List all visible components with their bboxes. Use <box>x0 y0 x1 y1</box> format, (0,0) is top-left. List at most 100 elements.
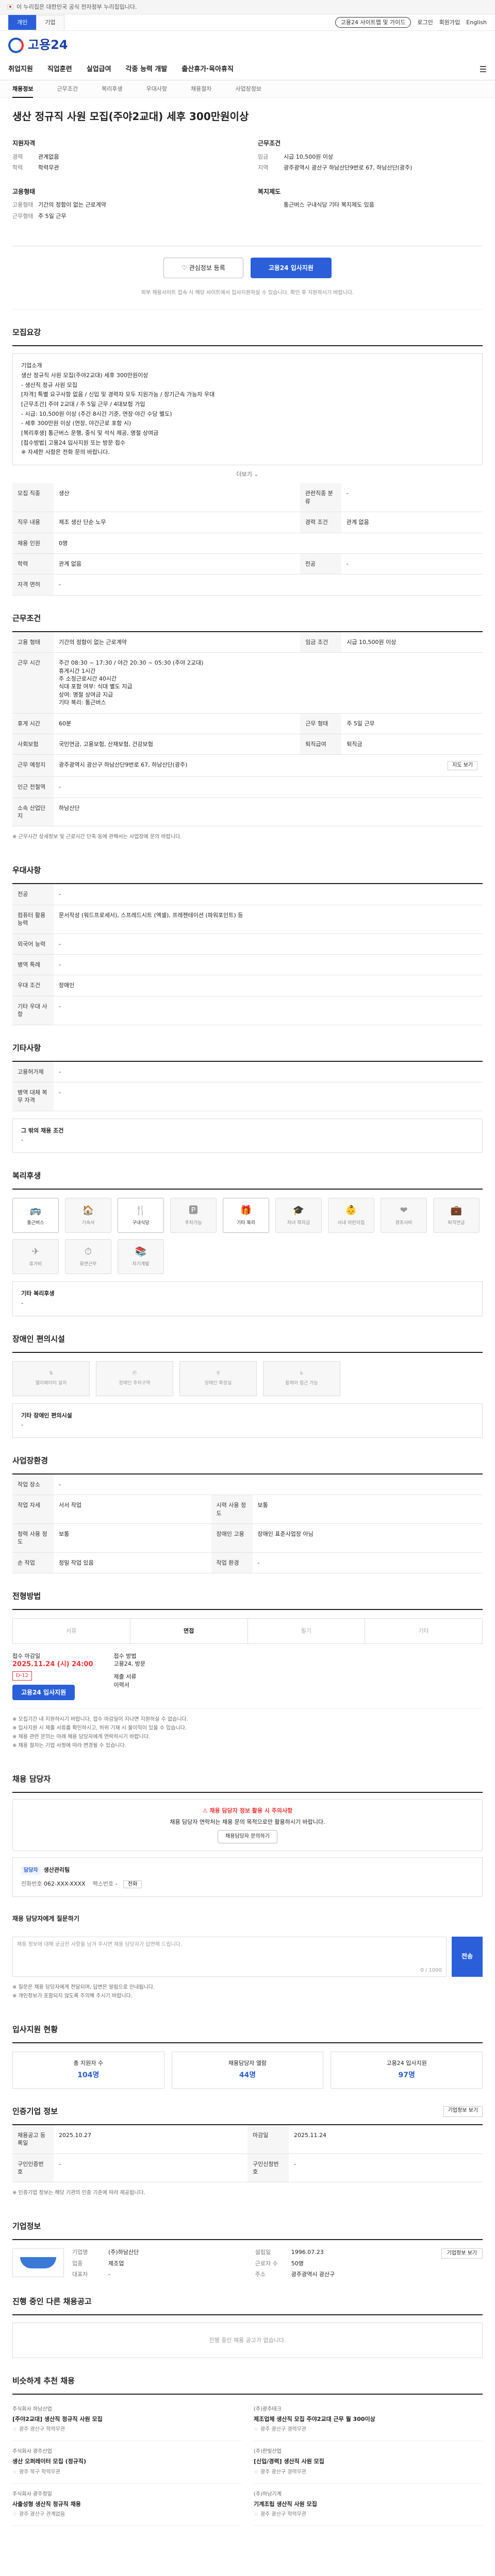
row-value: 장애인 표준사업장 아님 <box>252 1523 483 1553</box>
summary-heading: 고용형태 <box>12 188 36 195</box>
login-link[interactable]: 로그인 <box>417 19 433 26</box>
rec-meta: 광주 광산구 학력무관 <box>19 2427 65 2433</box>
company-info: 기업명 (주)하남산단 설립일 1996.07.23 업종 제조업 근로자 수 50명 … <box>12 2248 483 2278</box>
benefit-label: 퇴직연금 <box>448 1221 465 1226</box>
list-item[interactable]: 주식회사 광주정밀 사출성형 생산직 정규직 채용 ☆ 광주 광산구 관계없음 <box>12 2484 241 2527</box>
co-value: 제조업 <box>108 2260 124 2267</box>
tab-company[interactable]: 기업 <box>36 15 64 30</box>
tab-individual[interactable]: 개인 <box>8 15 37 30</box>
table-row: 인근 전철역 - <box>12 776 483 798</box>
etc-conditions-title: 그 밖의 채용 조건 <box>21 1127 64 1134</box>
accessibility-label: 휠체어 접근 가능 <box>285 1380 318 1386</box>
benefit-card: 📚 자기계발 <box>118 1239 164 1275</box>
gnb-item[interactable]: 출산휴가·육아휴직 <box>182 65 234 74</box>
list-item[interactable]: 주식회사 광주산업 생산 오퍼레이터 모집 (정규직) ☆ 광주 북구 학력무관 <box>12 2441 241 2484</box>
star-icon[interactable]: ☆ <box>12 2427 17 2432</box>
deadline-block: 접수 마감일 2025.11.24 (시) 24:00 D-12 고용24 입사… <box>12 1644 483 1709</box>
row-key: 경력 조건 <box>300 512 341 533</box>
table-row: 우대 조건 장애인 <box>12 975 483 996</box>
logo-mark-icon[interactable] <box>8 38 24 53</box>
apply-button[interactable]: 고용24 입사지원 <box>250 258 332 279</box>
row-key: 병역 대체 복무 자격 <box>12 1082 54 1111</box>
list-item[interactable]: (주)광주테크 제조업체 생산직 모집 주야2교대 근무 월 300이상 ☆ 광주 광… <box>254 2399 483 2442</box>
etc-conditions-box: 그 밖의 채용 조건 - <box>12 1118 483 1154</box>
call-button[interactable]: 전화 <box>123 1880 142 1888</box>
contact-tag: 담당자 <box>21 1866 41 1875</box>
gnb-item[interactable]: 각종 능력 개발 <box>126 65 168 74</box>
table-row: 학력 관계 없음 전공 - <box>12 553 483 575</box>
co-value: (주)하남산단 <box>108 2249 139 2256</box>
co-key: 업종 <box>72 2260 83 2267</box>
company-info-button[interactable]: 기업정보 보기 <box>441 2248 483 2259</box>
fax-value: - <box>115 1880 118 1887</box>
row-key: 고용허가제 <box>12 1061 54 1082</box>
job-actions: ♡ 관심정보 등록 고용24 입사지원 <box>12 246 483 290</box>
alert-heading-text: 채용 담당자 정보 활용 시 주의사항 <box>209 1807 293 1815</box>
table-row: 구인인증번호 - 구인신청번호 - <box>12 2154 483 2183</box>
language-link[interactable]: English <box>466 19 487 26</box>
question-textarea[interactable]: 채용 정보에 대해 궁금한 사항을 남겨 주시면 채용 담당자가 답변해 드립니… <box>12 1936 447 1977</box>
tab-recruit[interactable]: 채용정보 <box>12 85 34 98</box>
list-item[interactable]: 주식회사 하남산업 [주야2교대] 생산직 정규직 사원 모집 ☆ 광주 광산구 학력… <box>12 2399 241 2442</box>
sitemap-link[interactable]: 고용24 사이트맵 및 가이드 <box>335 16 411 28</box>
row-value: - <box>54 884 483 905</box>
gnb-item[interactable]: 실업급여 <box>87 65 111 74</box>
scrap-button[interactable]: ♡ 관심정보 등록 <box>163 258 243 279</box>
logo-text[interactable]: 고용24 <box>28 37 68 54</box>
row-key: 관련직종 분류 <box>300 483 341 513</box>
benefit-card: 🅿 주차가능 <box>170 1198 217 1233</box>
hamburger-icon[interactable]: ☰ <box>480 64 487 75</box>
more-button[interactable]: 더보기 ⌄ <box>12 465 483 483</box>
row-key: 작업 환경 <box>211 1552 253 1574</box>
star-icon[interactable]: ☆ <box>12 2512 17 2517</box>
star-icon[interactable]: ☆ <box>254 2512 258 2517</box>
star-icon[interactable]: ☆ <box>254 2427 258 2432</box>
row-value: 보통 <box>54 1523 211 1553</box>
parking-icon: 🅿 <box>189 1205 198 1216</box>
summary-key <box>258 201 284 209</box>
row-key: 소속 산업단지 <box>12 798 54 827</box>
row-value: - <box>54 776 483 798</box>
recruit-description: 기업소개 생산 정규직 사원 모집(주야2교대) 세후 300만원이상 - 생산… <box>12 353 483 466</box>
stat-card: 고용24 입사지원 97명 <box>331 2051 483 2089</box>
process-step: 필기 <box>248 1619 366 1643</box>
list-item[interactable]: (주)한빛산업 [신입/경력] 생산직 사원 모집 ☆ 광주 광산구 경력무관 <box>254 2441 483 2484</box>
section-tabs: 채용정보 근무조건 복리후생 우대사항 채용절차 사업장정보 <box>0 80 495 98</box>
star-icon[interactable]: ☆ <box>12 2469 17 2475</box>
map-button[interactable]: 지도 보기 <box>448 761 477 771</box>
gnb-item[interactable]: 취업지원 <box>8 65 33 74</box>
tab-preferences[interactable]: 우대사항 <box>146 85 167 93</box>
benefit-icons: 🚌 통근버스 🏠 기숙사 🍴 구내식당 🅿 주차가능 🎁 기타 복리 🎓 자녀 학자금 👶 사… <box>12 1198 483 1275</box>
rec-company: (주)광주테크 <box>254 2406 282 2412</box>
gnb-item[interactable]: 직업훈련 <box>47 65 72 74</box>
rec-title: 제조업체 생산직 모집 주야2교대 근무 월 300이상 <box>254 2415 375 2422</box>
tab-process[interactable]: 채용절차 <box>191 85 211 93</box>
row-key: 채용 인원 <box>12 533 54 554</box>
apply-button-2[interactable]: 고용24 입사지원 <box>12 1685 75 1701</box>
table-row: 고용허가제 - <box>12 1061 483 1082</box>
table-row: 외국어 능력 - <box>12 934 483 955</box>
graduation-icon: 🎓 <box>292 1205 305 1216</box>
accessibility-label: 장애인 주차구역 <box>119 1380 151 1386</box>
send-button[interactable]: 전송 <box>452 1936 483 1977</box>
contact-inquiry-button[interactable]: 채용담당자 문의하기 <box>218 1829 277 1843</box>
list-item[interactable]: (주)하남기계 기계조립 생산직 사원 모집 ☆ 광주 광산구 학력무관 <box>254 2484 483 2527</box>
etc-accessibility-box: 기타 장애인 편의시설 - <box>12 1403 483 1438</box>
tab-company-info[interactable]: 사업장정보 <box>235 85 261 93</box>
co-key: 기업명 <box>72 2249 88 2256</box>
star-icon[interactable]: ☆ <box>254 2469 258 2475</box>
row-key: 자격 면허 <box>12 574 54 596</box>
table-row: 채용 인원 0명 <box>12 533 483 554</box>
char-count: 0 / 1000 <box>420 1967 442 1973</box>
benefit-label: 기숙사 <box>81 1221 95 1226</box>
rec-meta: 광주 광산구 관계없음 <box>19 2512 65 2518</box>
company-info-link[interactable]: 기업정보 보기 <box>443 2106 483 2117</box>
table-row: 작업 장소 - <box>12 1474 483 1496</box>
stat-value: 44명 <box>239 2071 256 2079</box>
signup-link[interactable]: 회원가입 <box>439 19 460 26</box>
meal-icon: 🍴 <box>135 1205 147 1216</box>
benefit-card: ⏱ 유연근무 <box>65 1239 111 1275</box>
tab-benefits[interactable]: 복리후생 <box>102 85 122 93</box>
wheelchair-icon: ♿ <box>299 1370 304 1376</box>
tab-conditions[interactable]: 근무조건 <box>57 85 77 93</box>
